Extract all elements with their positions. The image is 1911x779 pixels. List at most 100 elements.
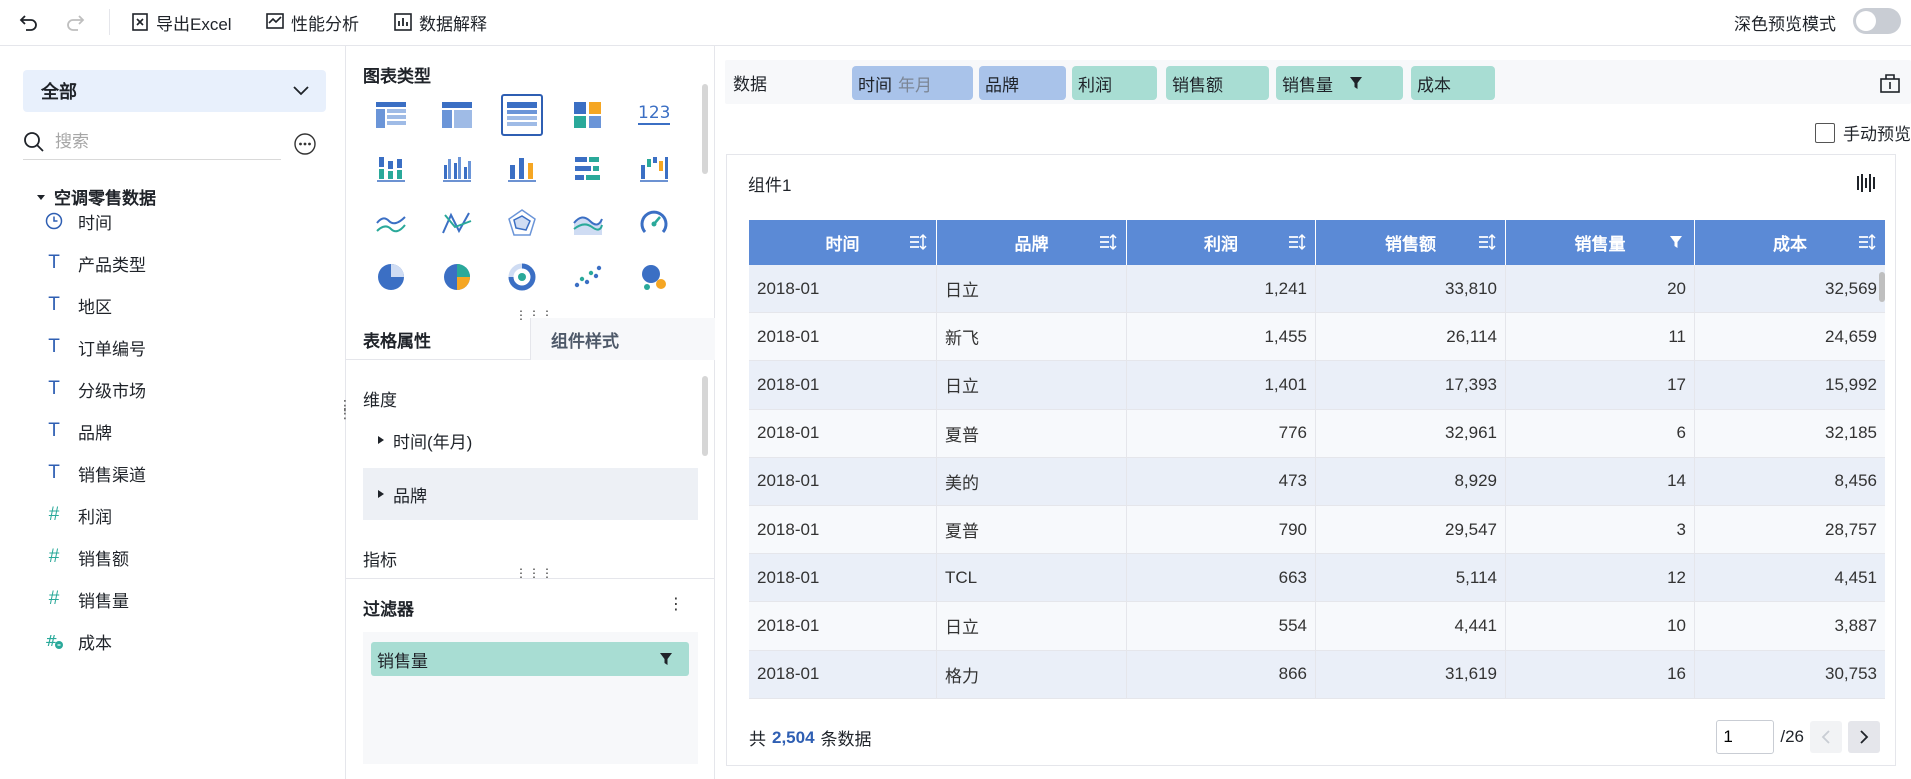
table-row[interactable]: 2018-01 美的 473 8,929 14 8,456 (749, 457, 1885, 506)
table-row[interactable]: 2018-01 TCL 663 5,114 12 4,451 (749, 554, 1885, 603)
sort-icon[interactable] (1287, 232, 1307, 252)
stacked-bar-chart-icon[interactable] (370, 148, 412, 190)
pill-time[interactable]: 时间 年月 (852, 66, 973, 100)
detail-table-chart-icon[interactable] (370, 94, 412, 136)
line-chart-icon[interactable] (370, 202, 412, 244)
search-input[interactable] (55, 131, 255, 152)
field-settings-icon[interactable] (1877, 70, 1903, 96)
table-cell: 24,659 (1825, 326, 1877, 346)
text-field-icon: T (48, 420, 60, 441)
field-item-order-id[interactable]: T 订单编号 (44, 332, 146, 362)
table-cell: 14 (1506, 457, 1695, 505)
redo-button[interactable] (64, 7, 86, 37)
group-table-chart-icon[interactable] (436, 94, 478, 136)
table-cell: 776 (1127, 409, 1316, 457)
more-options-icon[interactable] (293, 132, 317, 156)
chevron-right-icon (1860, 730, 1869, 744)
column-header-label: 销售额 (1385, 235, 1436, 254)
tab-widget-style[interactable]: 组件样式 (530, 318, 715, 360)
filter-icon[interactable] (1666, 232, 1686, 252)
sort-icon[interactable] (1477, 232, 1497, 252)
horizontal-bar-chart-icon[interactable] (567, 148, 609, 190)
pill-sublabel: 年月 (898, 75, 932, 95)
filter-more-icon[interactable]: ⋮ (668, 594, 684, 614)
radar-chart-icon[interactable] (501, 202, 543, 244)
widget-title: 组件1 (748, 176, 792, 195)
chart-settings-icon[interactable] (1855, 171, 1879, 195)
field-item-quantity[interactable]: # 销售量 (44, 584, 129, 614)
dimension-item-time[interactable]: 时间(年月) (363, 414, 698, 466)
column-header-profit[interactable]: 利润 (1127, 220, 1316, 265)
field-item-brand[interactable]: T 品牌 (44, 416, 112, 446)
table-cell: 10 (1506, 602, 1695, 650)
sort-icon[interactable] (1098, 232, 1118, 252)
kpi-card-chart-icon[interactable] (567, 94, 609, 136)
sort-icon[interactable] (1857, 232, 1877, 252)
sort-icon[interactable] (908, 232, 928, 252)
manual-preview-checkbox[interactable] (1815, 122, 1835, 143)
dark-mode-toggle[interactable] (1853, 8, 1901, 34)
table-row[interactable]: 2018-01 夏普 776 32,961 6 32,185 (749, 409, 1885, 458)
field-item-region[interactable]: T 地区 (44, 290, 112, 320)
pill-cost[interactable]: 成本 (1411, 66, 1495, 100)
pill-brand[interactable]: 品牌 (979, 66, 1066, 100)
cross-table-chart-icon[interactable] (501, 94, 543, 136)
table-row[interactable]: 2018-01 夏普 790 29,547 3 28,757 (749, 505, 1885, 555)
tab-table-properties[interactable]: 表格属性 (363, 318, 431, 360)
manual-preview-option[interactable]: 手动预览 (1815, 120, 1911, 145)
number-chart-icon[interactable]: 123 (633, 94, 675, 136)
scatter-chart-icon[interactable] (567, 256, 609, 298)
column-header-cost[interactable]: 成本 (1695, 220, 1885, 265)
multi-pie-chart-icon[interactable] (436, 256, 478, 298)
data-explain-button[interactable]: 数据解释 (393, 7, 487, 37)
column-header-label: 成本 (1773, 235, 1807, 254)
table-row[interactable]: 2018-01 日立 1,401 17,393 17 15,992 (749, 361, 1885, 410)
pie-chart-icon[interactable] (370, 256, 412, 298)
table-row[interactable]: 2018-01 日立 554 4,441 10 3,887 (749, 602, 1885, 651)
table-scrollbar[interactable] (1879, 272, 1885, 302)
ring-chart-icon[interactable] (501, 256, 543, 298)
filter-chip-quantity[interactable]: 销售量 (371, 642, 689, 676)
field-item-cost[interactable]: # 成本 (44, 626, 112, 656)
field-item-time[interactable]: 时间 (44, 206, 112, 236)
field-item-channel[interactable]: T 销售渠道 (44, 458, 146, 488)
column-header-quantity[interactable]: 销售量 (1506, 220, 1695, 265)
gauge-chart-icon[interactable] (633, 202, 675, 244)
prev-page-button[interactable] (1810, 721, 1842, 753)
export-excel-button[interactable]: 导出Excel (130, 7, 232, 37)
column-header-sales[interactable]: 销售额 (1316, 220, 1506, 265)
table-row[interactable]: 2018-01 日立 1,241 33,810 20 32,569 (749, 265, 1885, 314)
bar-chart-icon[interactable] (501, 148, 543, 190)
field-item-profit[interactable]: # 利润 (44, 500, 112, 530)
polyline-chart-icon[interactable] (436, 202, 478, 244)
field-item-market-tier[interactable]: T 分级市场 (44, 374, 146, 404)
undo-button[interactable] (18, 7, 40, 37)
caret-down-icon (37, 194, 45, 200)
page-number-input[interactable] (1716, 720, 1775, 754)
column-header-time[interactable]: 时间 (749, 220, 937, 265)
table-cell: 17,393 (1316, 361, 1506, 409)
table-cell: 2018-01 (749, 602, 937, 650)
table-cell: 2018-01 (749, 265, 937, 313)
field-item-sales[interactable]: # 销售额 (44, 542, 129, 572)
chart-type-scrollbar[interactable] (702, 84, 708, 174)
field-item-product-type[interactable]: T 产品类型 (44, 248, 146, 278)
table-row[interactable]: 2018-01 新飞 1,455 26,114 11 24,659 (749, 313, 1885, 362)
area-chart-icon[interactable] (567, 202, 609, 244)
dimension-item-brand[interactable]: 品牌 (363, 468, 698, 520)
waterfall-chart-icon[interactable] (633, 148, 675, 190)
grouped-bar-chart-icon[interactable] (436, 148, 478, 190)
next-page-button[interactable] (1848, 721, 1880, 753)
filter-box: 销售量 (363, 632, 698, 764)
pill-profit[interactable]: 利润 (1072, 66, 1157, 100)
dataset-select[interactable]: 全部 (23, 70, 326, 112)
table-row[interactable]: 2018-01 格力 866 31,619 16 30,753 (749, 650, 1885, 699)
total-count: 2,504 (772, 727, 815, 747)
performance-analysis-button[interactable]: 性能分析 (265, 7, 359, 37)
pill-label: 品牌 (985, 75, 1019, 95)
pill-sales[interactable]: 销售额 (1166, 66, 1269, 100)
properties-scrollbar[interactable] (702, 376, 708, 456)
pill-quantity[interactable]: 销售量 (1276, 66, 1403, 100)
bubble-chart-icon[interactable] (633, 256, 675, 298)
column-header-brand[interactable]: 品牌 (937, 220, 1127, 265)
